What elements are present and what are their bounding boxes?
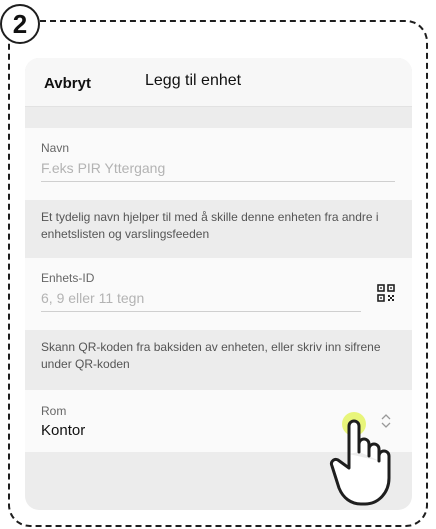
device-id-field[interactable]: Enhets-ID 6, 9 eller 11 tegn [25,258,412,330]
qr-code-icon[interactable] [377,284,395,302]
sheet-header: Avbryt Legg til enhet [25,58,412,107]
page-title: Legg til enhet [145,72,242,89]
step-badge: 2 [0,4,40,44]
name-input-underline [41,181,395,182]
device-id-input[interactable]: 6, 9 eller 11 tegn [41,290,144,306]
name-input[interactable]: F.eks PIR Yttergang [41,160,165,176]
cancel-button[interactable]: Avbryt [44,75,91,92]
name-field-label: Navn [41,141,70,155]
device-id-input-underline [41,311,361,312]
name-help-text: Et tydelig navn hjelper til med å skille… [41,210,379,241]
name-field[interactable]: Navn F.eks PIR Yttergang [25,128,412,200]
room-field-label: Rom [41,404,67,418]
device-id-help-text: Skann QR-koden fra baksiden av enheten, … [41,340,381,371]
hand-pointer-icon [330,419,391,506]
room-select-value[interactable]: Kontor [41,422,85,439]
device-id-field-label: Enhets-ID [41,271,95,285]
